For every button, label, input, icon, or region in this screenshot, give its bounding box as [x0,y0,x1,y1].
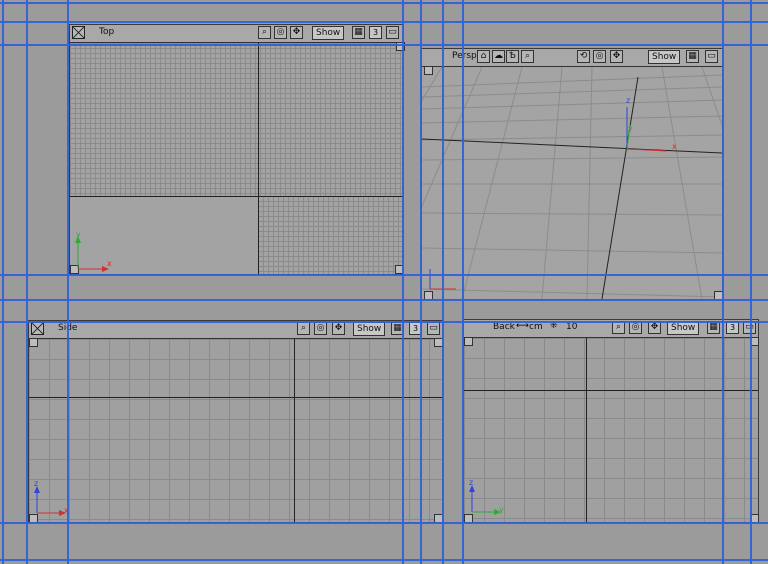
show-button[interactable]: Show [667,321,700,335]
grid-count-box[interactable]: 3 [409,322,422,335]
grid-icon[interactable]: ▦ [707,321,720,334]
guide-line-h [0,559,768,561]
side-axis-line-h [29,397,442,398]
persp-axis-gizmo [429,269,456,290]
show-button[interactable]: Show [648,50,681,64]
viewport-top-label: Top [99,27,115,37]
orbit-icon[interactable]: ◎ [593,50,606,63]
corner-handle[interactable] [396,42,405,51]
zoom-icon[interactable]: ⌕ [258,26,271,39]
viewport-back-unit[interactable]: cm [529,322,543,332]
pan-icon[interactable]: ✥ [648,321,661,334]
persp-axis-x-label: x [672,142,677,151]
zoom-icon[interactable]: ⌕ [612,321,625,334]
corner-handle[interactable] [434,338,443,347]
persp-scene [422,67,722,299]
top-grid-lower-right [258,196,403,274]
top-axis-x-label: x [107,259,112,268]
bookmark-icon[interactable]: Ѣ [506,50,519,63]
back-axis-gizmo [469,485,501,515]
viewport-back-titlebar[interactable]: Back ⟷ cm ⁜ 10 ⌕ ◎ ✥ Show ▦ 3 ▭ [464,320,758,338]
top-axis-y-label: y [76,230,81,239]
grid-icon[interactable]: ▦ [686,50,699,63]
back-axis-z-label: z [469,478,474,487]
guide-line-h [0,2,768,4]
corner-handle[interactable] [750,514,759,523]
viewport-persp-titlebar[interactable]: Persp ⌂ ☁ Ѣ ⌕ ⟲ ◎ ✥ Show ▦ ▭ [422,49,722,67]
viewport-top[interactable]: Top ⌕ ◎ ✥ Show ▦ 3 ▭ y x [69,24,405,275]
grid-icon[interactable]: ▦ [352,26,365,39]
guide-line-h [0,21,768,23]
maximize-icon[interactable]: ▭ [386,26,399,39]
viewport-back[interactable]: Back ⟷ cm ⁜ 10 ⌕ ◎ ✥ Show ▦ 3 ▭ z y [463,319,759,523]
persp-axis-z-label: z [626,96,631,105]
viewport-persp[interactable]: Persp ⌂ ☁ Ѣ ⌕ ⟲ ◎ ✥ Show ▦ ▭ z y x [421,48,723,300]
grid-count-box[interactable]: 3 [726,321,739,334]
back-axis-y-label: y [499,505,504,514]
guide-line-v [2,0,4,564]
maximize-icon[interactable]: ▭ [705,50,718,63]
pan-icon[interactable]: ✥ [332,322,345,335]
viewport-back-label: Back [493,322,515,332]
close-icon[interactable] [72,26,85,39]
dolly-icon[interactable]: ⟲ [577,50,590,63]
top-axis-gizmo [75,236,109,272]
maximize-icon[interactable]: ▭ [427,322,440,335]
grid-spacing-icon: ⁜ [550,321,558,331]
viewport-side[interactable]: Side ⌕ ◎ ✥ Show ▦ 3 ▭ z x [28,320,443,523]
units-arrow-icon: ⟷ [516,321,529,331]
zoom-icon[interactable]: ⌕ [297,322,310,335]
side-grid [29,339,442,522]
show-button[interactable]: Show [312,26,345,40]
viewport-persp-label: Persp [452,51,477,61]
top-axis-line-v [258,43,259,274]
camera-icon[interactable]: ☁ [492,50,505,63]
grid-icon[interactable]: ▦ [391,322,404,335]
corner-handle[interactable] [434,514,443,523]
persp-axis-y-label: y [628,124,633,133]
side-axis-z-label: z [34,479,39,488]
pan-icon[interactable]: ✥ [290,26,303,39]
corner-handle[interactable] [714,291,723,300]
orbit-icon[interactable]: ◎ [314,322,327,335]
grid-count-box[interactable]: 3 [369,26,382,39]
corner-handle[interactable] [395,265,404,274]
maximize-icon[interactable]: ▭ [743,321,756,334]
top-axis-line-h [70,196,403,197]
corner-handle[interactable] [464,337,473,346]
top-grid-upper [70,43,403,196]
back-axis-line-v [586,338,587,522]
orbit-icon[interactable]: ◎ [274,26,287,39]
viewport-side-label: Side [58,323,78,333]
side-axis-x-label: x [64,506,69,515]
side-axis-line-v [294,339,295,522]
corner-handle[interactable] [29,338,38,347]
side-axis-gizmo [34,486,66,516]
zoom-icon[interactable]: ⌕ [521,50,534,63]
orbit-icon[interactable]: ◎ [629,321,642,334]
camera-icon[interactable]: ⌂ [477,50,490,63]
show-button[interactable]: Show [353,322,386,336]
viewport-back-grid-value[interactable]: 10 [566,322,577,332]
viewport-top-titlebar[interactable]: Top ⌕ ◎ ✥ Show ▦ 3 ▭ [70,25,403,43]
corner-handle[interactable] [750,337,759,346]
close-icon[interactable] [31,322,44,335]
corner-handle[interactable] [424,66,433,75]
back-axis-line-h [464,390,758,391]
pan-icon[interactable]: ✥ [610,50,623,63]
viewport-side-titlebar[interactable]: Side ⌕ ◎ ✥ Show ▦ 3 ▭ [29,321,442,339]
